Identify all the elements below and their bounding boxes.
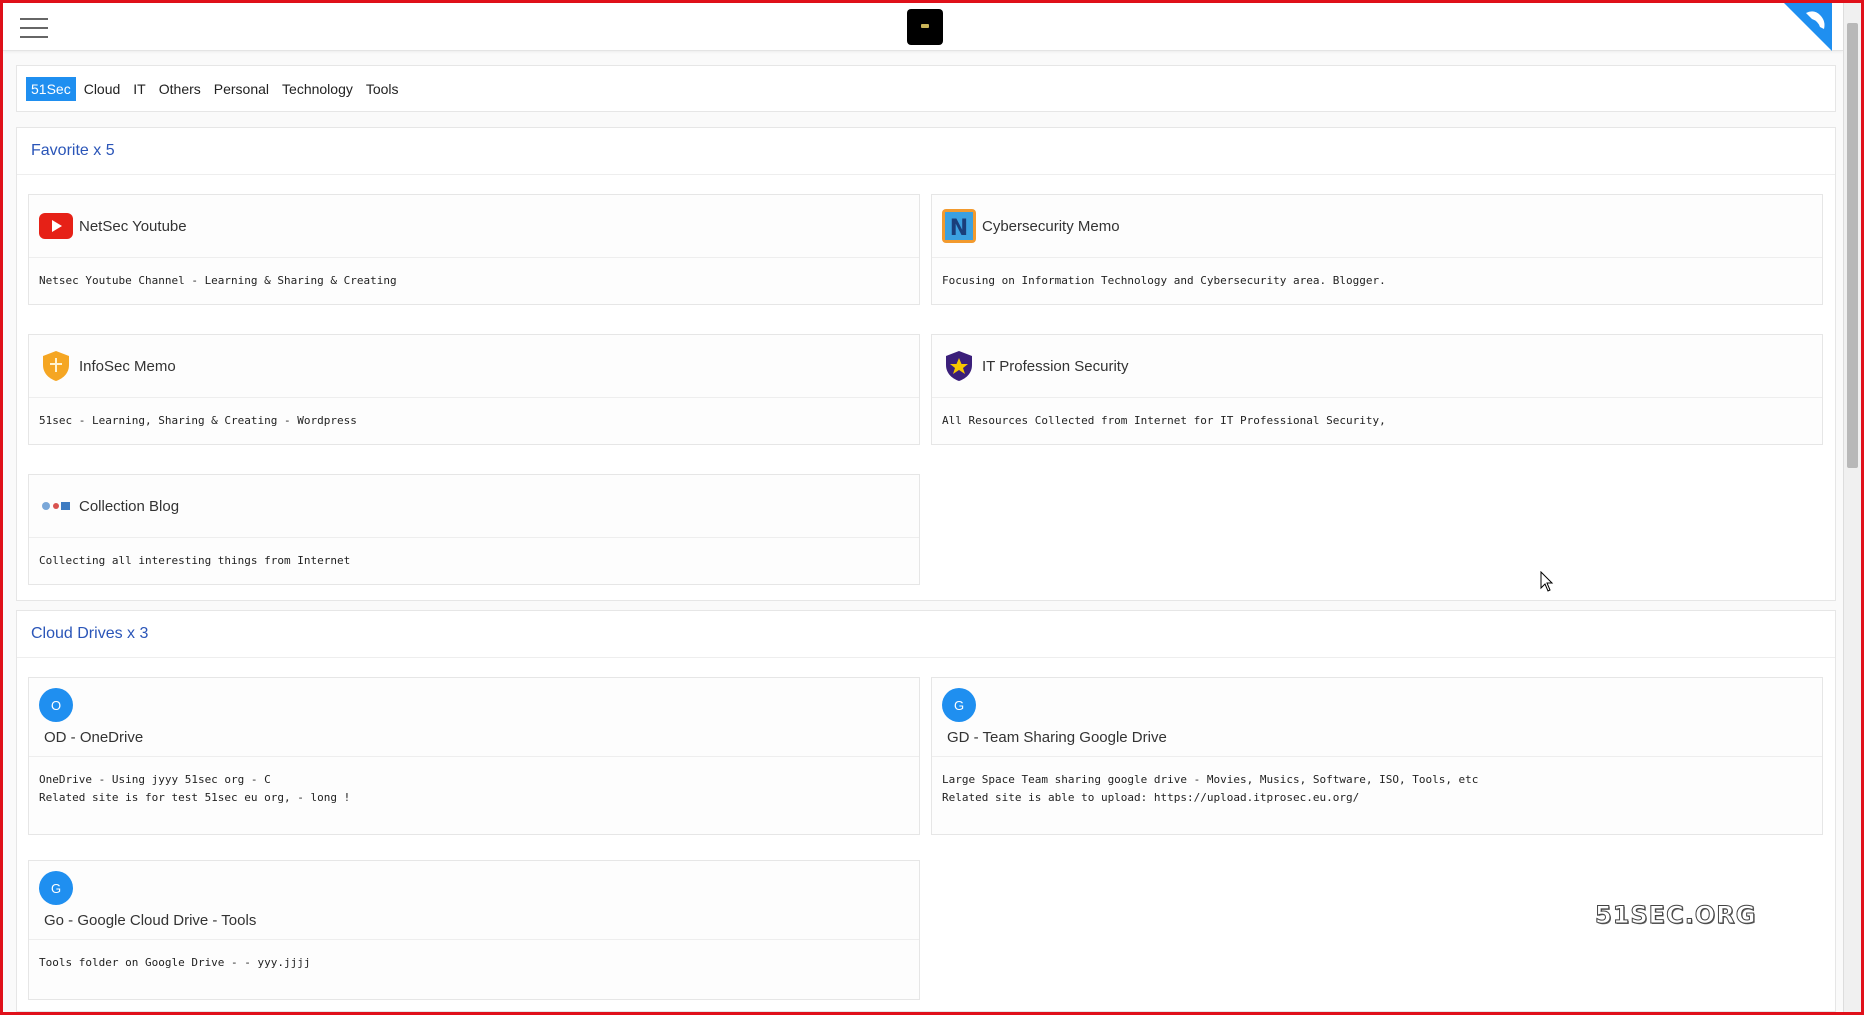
- card-title: Go - Google Cloud Drive - Tools: [44, 912, 257, 929]
- tab-51sec[interactable]: 51Sec: [26, 76, 76, 101]
- favorite-section: Favorite x 5 NetSec Youtube Netsec Youtu…: [16, 127, 1836, 601]
- tab-tools[interactable]: Tools: [361, 77, 404, 101]
- card-description: Focusing on Information Technology and C…: [942, 274, 1386, 287]
- card-title: NetSec Youtube: [79, 217, 187, 235]
- card-title: InfoSec Memo: [79, 357, 176, 375]
- card-title: OD - OneDrive: [44, 729, 144, 746]
- vertical-scrollbar[interactable]: [1843, 3, 1861, 1012]
- card-title: Collection Blog: [79, 497, 180, 515]
- n-logo-icon: N: [942, 209, 976, 243]
- tab-it[interactable]: IT: [128, 77, 150, 101]
- card-title: IT Profession Security: [982, 357, 1129, 375]
- card-description: Collecting all interesting things from I…: [39, 554, 351, 567]
- card-description: Tools folder on Google Drive - - yyy.jjj…: [39, 956, 311, 969]
- youtube-icon: [39, 209, 73, 243]
- svg-text:N: N: [950, 216, 968, 241]
- letter-avatar: G: [39, 871, 73, 905]
- tab-others[interactable]: Others: [154, 77, 206, 101]
- mouse-cursor-icon: [1540, 571, 1554, 592]
- hamburger-icon[interactable]: [20, 18, 48, 38]
- section-title: Favorite x 5: [17, 128, 1835, 175]
- card-title: GD - Team Sharing Google Drive: [947, 729, 1167, 746]
- link-card[interactable]: Collection Blog Collecting all interesti…: [28, 474, 920, 585]
- cloud-drives-section: Cloud Drives x 3 O OD - OneDrive OneDriv…: [16, 610, 1836, 1012]
- card-description: Large Space Team sharing google drive - …: [942, 773, 1479, 804]
- link-card[interactable]: NetSec Youtube Netsec Youtube Channel - …: [28, 194, 920, 305]
- link-card[interactable]: InfoSec Memo 51sec - Learning, Sharing &…: [28, 334, 920, 445]
- letter-avatar: O: [39, 688, 73, 722]
- site-logo[interactable]: [907, 9, 943, 45]
- link-card[interactable]: IT Profession Security All Resources Col…: [931, 334, 1823, 445]
- link-card[interactable]: N Cybersecurity Memo Focusing on Informa…: [931, 194, 1823, 305]
- tab-technology[interactable]: Technology: [277, 77, 358, 101]
- scrollbar-thumb[interactable]: [1847, 23, 1858, 468]
- category-tabs: 51Sec Cloud IT Others Personal Technolog…: [16, 65, 1836, 112]
- link-card[interactable]: O OD - OneDrive OneDrive - Using jyyy 51…: [28, 677, 920, 835]
- tab-personal[interactable]: Personal: [209, 77, 274, 101]
- link-card[interactable]: G Go - Google Cloud Drive - Tools Tools …: [28, 860, 920, 1000]
- watermark-text: 51SEC.ORG: [1594, 901, 1757, 930]
- card-description: OneDrive - Using jyyy 51sec org - C Rela…: [39, 773, 351, 804]
- star-shield-icon: [942, 349, 976, 383]
- link-card[interactable]: G GD - Team Sharing Google Drive Large S…: [931, 677, 1823, 835]
- tab-cloud[interactable]: Cloud: [79, 77, 126, 101]
- card-description: Netsec Youtube Channel - Learning & Shar…: [39, 274, 397, 287]
- corner-badge-icon[interactable]: [1784, 3, 1844, 53]
- collection-icon: [39, 489, 73, 523]
- top-bar: [3, 3, 1843, 51]
- card-description: 51sec - Learning, Sharing & Creating - W…: [39, 414, 357, 427]
- shield-icon: [39, 349, 73, 383]
- card-description: All Resources Collected from Internet fo…: [942, 414, 1386, 427]
- letter-avatar: G: [942, 688, 976, 722]
- card-title: Cybersecurity Memo: [982, 217, 1120, 235]
- section-title: Cloud Drives x 3: [17, 611, 1835, 658]
